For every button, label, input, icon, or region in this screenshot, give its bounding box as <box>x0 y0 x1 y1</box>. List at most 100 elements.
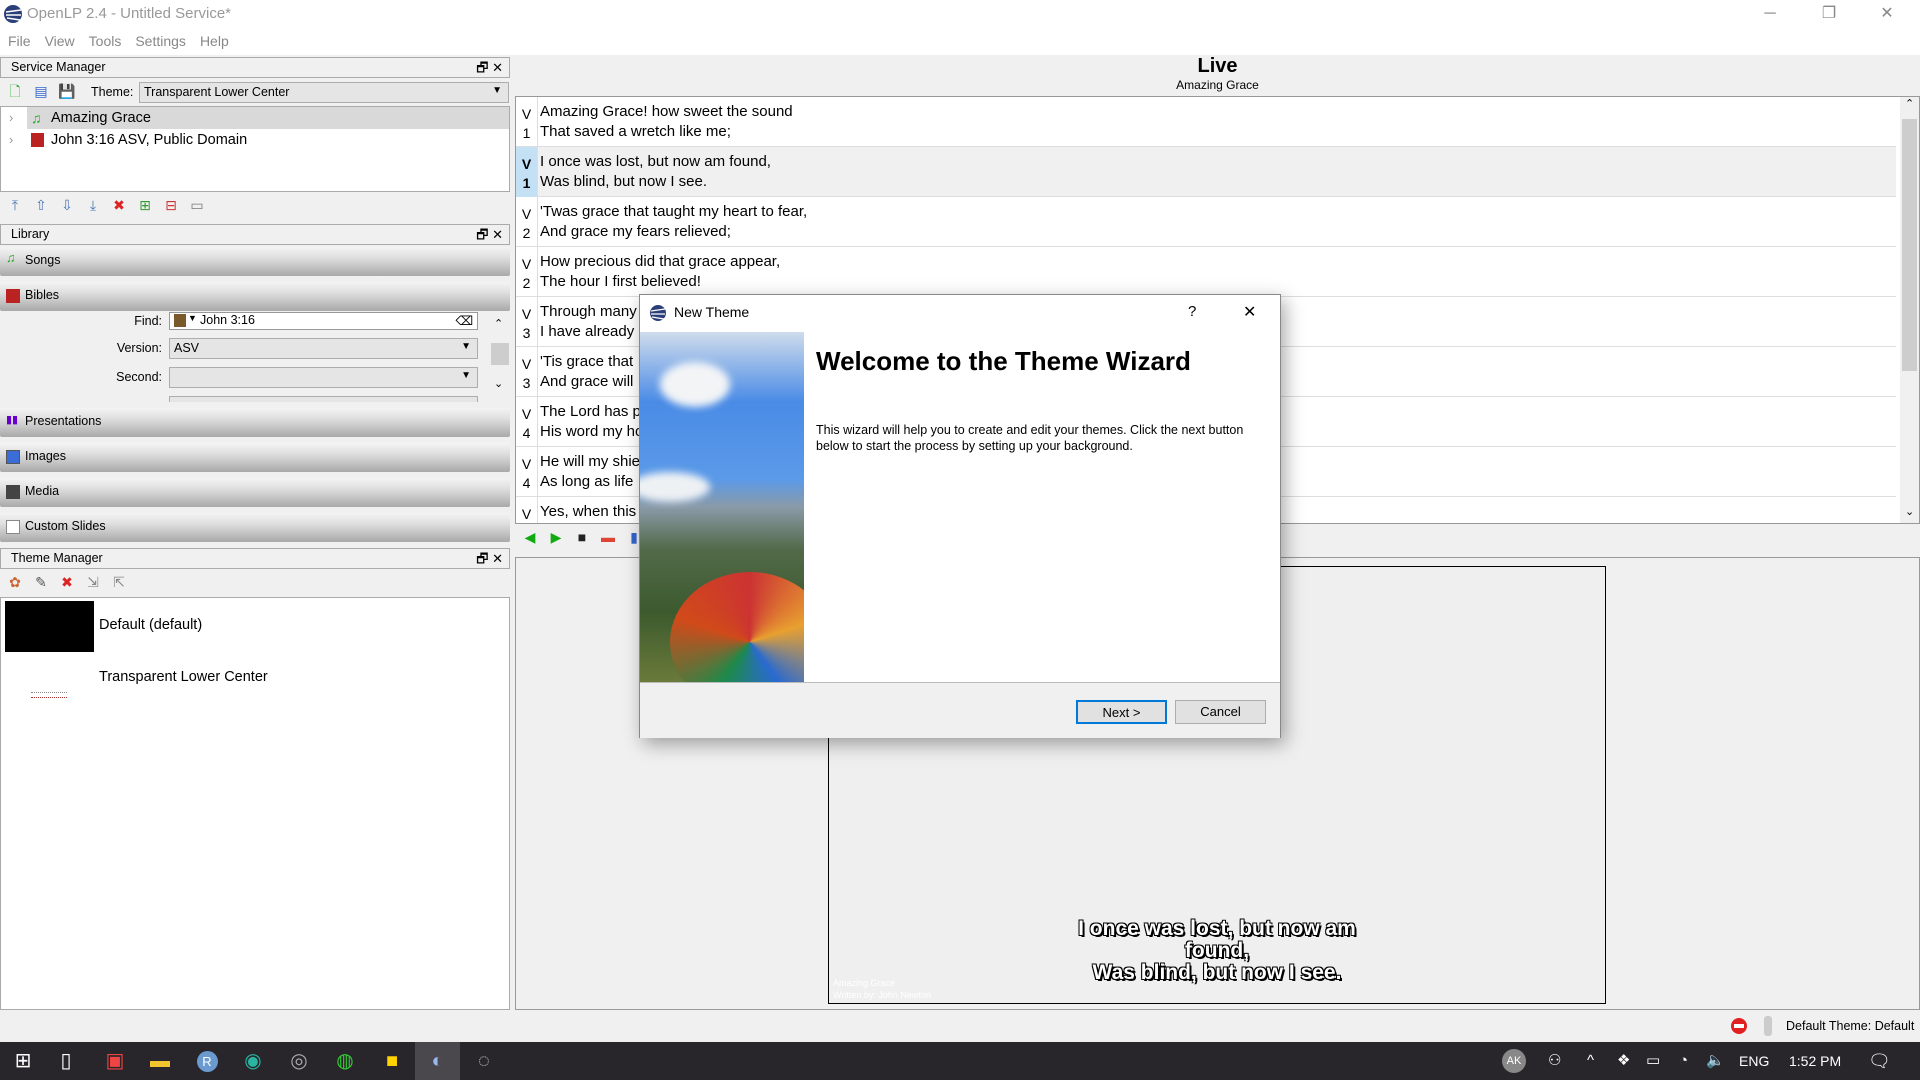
version-select[interactable]: ASV ▼ <box>169 338 478 359</box>
float-icon[interactable]: 🗗 <box>476 60 488 75</box>
import-theme-icon[interactable]: ⇲ <box>83 572 103 592</box>
theme-item[interactable]: Default (default) <box>99 617 202 633</box>
library-media[interactable]: Media <box>0 478 510 507</box>
file-explorer-icon[interactable]: ▬ <box>137 1042 183 1080</box>
verse-type: V <box>521 206 532 222</box>
float-icon[interactable]: 🗗 <box>476 227 488 242</box>
library-section-label: Images <box>25 449 66 463</box>
live-scrollbar[interactable]: ⌃ ⌄ <box>1900 97 1919 523</box>
whatsapp-icon[interactable]: ◍ <box>322 1042 368 1080</box>
resolve-icon[interactable]: ◎ <box>276 1042 322 1080</box>
collapse-all-icon[interactable]: ⊟ <box>161 195 181 215</box>
clock[interactable]: 1:52 PM <box>1789 1042 1841 1080</box>
live-slide-row[interactable]: V 1 Amazing Grace! how sweet the sound That… <box>516 97 1896 147</box>
library-images[interactable]: Images <box>0 443 510 472</box>
cancel-button[interactable]: Cancel <box>1175 700 1266 724</box>
menu-view[interactable]: View <box>37 30 75 49</box>
live-slide-row[interactable]: V 2 'Twas grace that taught my heart to fe… <box>516 197 1896 247</box>
dialog-close-button[interactable]: ✕ <box>1243 302 1256 322</box>
theme-thumbnail <box>5 601 94 652</box>
menu-tools[interactable]: Tools <box>81 30 122 49</box>
sticky-notes-icon[interactable]: ■ <box>369 1042 415 1080</box>
close-dock-icon[interactable]: ✕ <box>492 60 503 75</box>
open-service-icon[interactable]: ▤ <box>31 81 51 101</box>
r-app-icon[interactable]: R <box>184 1042 230 1080</box>
library-custom-slides[interactable]: Custom Slides <box>0 513 510 542</box>
second-version-select[interactable]: ▼ <box>169 367 478 388</box>
restore-button[interactable]: ❐ <box>1800 0 1858 30</box>
verse-tag: V4 <box>516 397 538 447</box>
form-scrollbar[interactable]: ⌃ ⌄ <box>490 317 510 397</box>
scroll-thumb[interactable] <box>1902 119 1917 371</box>
book-icon <box>174 314 186 327</box>
save-service-icon[interactable]: 💾 <box>57 81 77 101</box>
find-input[interactable]: ▼ John 3:16 ⌫ <box>169 312 478 330</box>
help-button[interactable]: ? <box>1188 303 1196 320</box>
close-dock-icon[interactable]: ✕ <box>492 227 503 242</box>
blank-screen-icon[interactable]: ■ <box>572 527 592 547</box>
service-item[interactable]: › John 3:16 ASV, Public Domain <box>1 129 509 151</box>
library-presentations[interactable]: ▮▮ Presentations <box>0 408 510 437</box>
scroll-down-icon[interactable]: ⌄ <box>1905 505 1914 518</box>
volume-icon[interactable]: 🔈 <box>1706 1042 1725 1080</box>
move-top-icon[interactable]: ⤒ <box>5 195 25 215</box>
menu-help[interactable]: Help <box>192 30 229 49</box>
minimize-button[interactable]: ─ <box>1741 0 1799 30</box>
people-icon[interactable]: ⚇ <box>1548 1042 1561 1080</box>
next-slide-icon[interactable]: ▶ <box>546 527 566 547</box>
slide-text: Yes, when this h <box>540 502 649 522</box>
service-item[interactable]: › ♫ Amazing Grace <box>9 107 509 129</box>
custom-slide-icon <box>6 520 20 534</box>
close-dock-icon[interactable]: ✕ <box>492 551 503 566</box>
expand-icon[interactable]: › <box>9 107 13 129</box>
service-theme-value: Transparent Lower Center <box>144 85 290 99</box>
go-live-icon[interactable]: ▭ <box>187 195 207 215</box>
edge-icon[interactable]: ◉ <box>230 1042 276 1080</box>
new-theme-icon[interactable]: ✿ <box>5 572 25 592</box>
blank-theme-icon[interactable]: ▬ <box>598 527 618 547</box>
next-button[interactable]: Next > <box>1076 700 1167 724</box>
library-songs[interactable]: ♫ Songs <box>0 247 510 276</box>
search-type-select[interactable] <box>169 396 478 402</box>
delete-theme-icon[interactable]: ✖ <box>57 572 77 592</box>
move-bottom-icon[interactable]: ⤓ <box>83 195 103 215</box>
service-theme-select[interactable]: Transparent Lower Center ▼ <box>139 82 509 103</box>
new-service-icon[interactable]: 🗋 <box>5 81 25 101</box>
expand-all-icon[interactable]: ⊞ <box>135 195 155 215</box>
slide-line: The Lord has pr <box>540 403 646 420</box>
theme-item[interactable]: Transparent Lower Center <box>99 669 268 685</box>
wifi-icon[interactable]: ◔ <box>1679 1042 1688 1080</box>
delete-icon[interactable]: ✖ <box>109 195 129 215</box>
export-theme-icon[interactable]: ⇱ <box>109 572 129 592</box>
live-slide-row[interactable]: V1I once was lost, but now am found, Was … <box>516 147 1896 197</box>
edit-theme-icon[interactable]: ✎ <box>31 572 51 592</box>
verse-tag: V1 <box>516 97 538 147</box>
user-avatar[interactable]: AK <box>1502 1049 1526 1073</box>
scroll-up-icon[interactable]: ⌃ <box>1905 97 1914 110</box>
store-icon[interactable]: ▣ <box>92 1042 138 1080</box>
task-view-icon[interactable]: ▯ <box>43 1042 89 1080</box>
library-bibles[interactable]: Bibles <box>0 282 510 311</box>
verse-type: V <box>521 256 532 272</box>
move-up-icon[interactable]: ⇧ <box>31 195 51 215</box>
obs-icon[interactable]: ◌ <box>461 1042 507 1080</box>
presentation-icon: ▮▮ <box>6 414 19 426</box>
battery-icon[interactable]: ▭ <box>1646 1042 1660 1080</box>
move-down-icon[interactable]: ⇩ <box>57 195 77 215</box>
float-icon[interactable]: 🗗 <box>476 551 488 566</box>
start-icon[interactable]: ⊞ <box>0 1042 46 1080</box>
openlp-taskbar-icon[interactable]: ◐ <box>415 1042 460 1080</box>
language-indicator[interactable]: ENG <box>1739 1042 1769 1080</box>
slide-text: How precious did that grace appear, The h… <box>540 252 780 292</box>
live-slide-row[interactable]: V 2 How precious did that grace appear, The… <box>516 247 1896 297</box>
close-button[interactable]: ✕ <box>1858 0 1916 30</box>
menu-settings[interactable]: Settings <box>127 30 186 49</box>
clear-icon[interactable]: ⌫ <box>455 313 473 328</box>
show-hidden-icons[interactable]: ^ <box>1587 1042 1594 1080</box>
library-section-label: Songs <box>25 253 61 267</box>
dropbox-icon[interactable]: ❖ <box>1617 1042 1630 1080</box>
previous-slide-icon[interactable]: ◀ <box>520 527 540 547</box>
notifications-icon[interactable]: 🗨 <box>1868 1042 1891 1080</box>
menu-file[interactable]: File <box>0 30 31 49</box>
expand-icon[interactable]: › <box>9 129 13 151</box>
